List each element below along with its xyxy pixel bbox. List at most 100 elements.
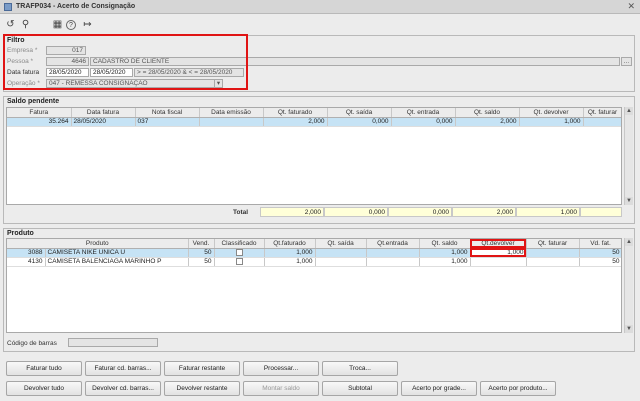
total-qt-saida: 0,000 (324, 207, 388, 217)
col-qt-saida[interactable]: Qt. saída (327, 108, 392, 118)
col-qt-faturar[interactable]: Qt. faturar (583, 108, 621, 118)
cell-name: CAMISETA NIKE UNICA U (45, 248, 189, 258)
montar-saldo-button[interactable]: Montar saldo (243, 381, 319, 396)
table-row[interactable]: 3088 CAMISETA NIKE UNICA U 50 1,000 1,00… (7, 248, 621, 258)
col-produto[interactable]: Produto (7, 239, 189, 249)
col-qt-devolver[interactable]: Qt. devolver (519, 108, 584, 118)
col-qt-faturar[interactable]: Qt. faturar (526, 239, 580, 249)
cell-code: 3088 (7, 248, 46, 258)
classificado-checkbox[interactable] (235, 257, 243, 265)
total-qt-entrada: 0,000 (388, 207, 452, 217)
app-icon (4, 3, 12, 11)
troca-button[interactable]: Troca... (322, 361, 398, 376)
scroll-up-icon[interactable]: ▲ (625, 238, 633, 246)
subtotal-button[interactable]: Subtotal (322, 381, 398, 396)
cell-qt-saida (315, 257, 367, 267)
cell-qt-saldo: 1,000 (419, 248, 471, 258)
faturar-tudo-button[interactable]: Faturar tudo (6, 361, 82, 376)
cell-qt-devolver[interactable] (470, 257, 527, 267)
barcode-input[interactable] (68, 338, 158, 347)
col-qt-saldo[interactable]: Qt. saldo (419, 239, 471, 249)
total-qt-devolver: 1,000 (516, 207, 580, 217)
col-qt-saida[interactable]: Qt. saída (315, 239, 367, 249)
faturar-restante-button[interactable]: Faturar restante (164, 361, 240, 376)
cell-qt-faturado: 1,000 (264, 248, 316, 258)
help-icon[interactable]: ? (66, 20, 76, 30)
cell-qt-entrada (366, 257, 420, 267)
cell-qt-faturar (583, 117, 621, 127)
col-classificado[interactable]: Classificado (214, 239, 265, 249)
table-row[interactable]: 35.264 28/05/2020 037 2,000 0,000 0,000 … (7, 117, 621, 127)
classificado-checkbox[interactable] (235, 248, 243, 256)
calendar-icon[interactable]: ▦ (51, 18, 64, 31)
col-qt-entrada[interactable]: Qt. entrada (391, 108, 456, 118)
cell-data-emissao (199, 117, 264, 127)
table-row[interactable]: 4130 CAMISETA BALENCIAGA MARINHO P 50 1,… (7, 257, 621, 267)
total-qt-saldo: 2,000 (452, 207, 516, 217)
cell-classificado (214, 257, 265, 267)
col-qt-faturado[interactable]: Qt.faturado (264, 239, 316, 249)
close-icon[interactable]: ✕ (627, 1, 635, 12)
cell-qt-saldo: 1,000 (419, 257, 471, 267)
processar-button[interactable]: Processar... (243, 361, 319, 376)
cell-vd-fat: 50 (579, 248, 621, 258)
scroll-down-icon[interactable]: ▼ (625, 325, 633, 333)
scroll-up-icon[interactable]: ▲ (625, 107, 633, 115)
cell-vend: 50 (188, 248, 215, 258)
col-qt-saldo[interactable]: Qt. saldo (455, 108, 520, 118)
produto-table: Produto Vend. Classificado Qt.faturado Q… (7, 239, 621, 267)
cell-qt-devolver-input[interactable]: 1,000 (470, 248, 527, 258)
scroll-down-icon[interactable]: ▼ (625, 197, 633, 205)
col-data-fatura[interactable]: Data fatura (71, 108, 136, 118)
saldo-scrollbar[interactable]: ▲ ▼ (624, 107, 633, 205)
acerto-por-grade-button[interactable]: Acerto por grade... (401, 381, 477, 396)
faturar-cd-barras-button[interactable]: Faturar cd. barras... (85, 361, 161, 376)
exit-icon[interactable]: ↦ (81, 18, 94, 31)
cell-qt-devolver: 1,000 (519, 117, 584, 127)
devolver-cd-barras-button[interactable]: Devolver cd. barras... (85, 381, 161, 396)
cell-data-fatura: 28/05/2020 (71, 117, 136, 127)
undo-icon[interactable]: ↺ (4, 18, 17, 31)
cell-qt-saida: 0,000 (327, 117, 392, 127)
col-data-emissao[interactable]: Data emissão (199, 108, 264, 118)
produto-scrollbar[interactable]: ▲ ▼ (624, 238, 633, 333)
col-qt-entrada[interactable]: Qt.entrada (366, 239, 420, 249)
saldo-legend: Saldo pendente (7, 98, 60, 105)
cell-classificado (214, 248, 265, 258)
barcode-label: Código de barras (7, 340, 57, 347)
cell-qt-faturado: 2,000 (263, 117, 328, 127)
devolver-restante-button[interactable]: Devolver restante (164, 381, 240, 396)
total-qt-faturar (580, 207, 622, 217)
col-nota-fiscal[interactable]: Nota fiscal (135, 108, 200, 118)
window-title: TRAFP034 - Acerto de Consignação (16, 3, 136, 10)
cell-qt-entrada: 0,000 (391, 117, 456, 127)
search-icon[interactable]: ⚲ (19, 18, 32, 31)
acerto-por-produto-button[interactable]: Acerto por produto... (480, 381, 556, 396)
produto-grid: Produto Vend. Classificado Qt.faturado Q… (6, 238, 622, 333)
produto-legend: Produto (7, 230, 34, 237)
cell-vd-fat: 50 (579, 257, 621, 267)
produto-header-row: Produto Vend. Classificado Qt.faturado Q… (7, 239, 621, 249)
devolver-tudo-button[interactable]: Devolver tudo (6, 381, 82, 396)
saldo-table: Fatura Data fatura Nota fiscal Data emis… (7, 108, 621, 127)
filtro-group: Filtro Empresa * 017 Pessoa * 4646 CADAS… (3, 34, 635, 92)
total-label: Total (233, 209, 249, 216)
cell-code: 4130 (7, 257, 46, 267)
cell-fatura: 35.264 (7, 117, 72, 127)
cell-nota-fiscal: 037 (135, 117, 200, 127)
saldo-grid: Fatura Data fatura Nota fiscal Data emis… (6, 107, 622, 205)
col-qt-devolver[interactable]: Qt.devolver (470, 239, 527, 249)
col-qt-faturado[interactable]: Qt. faturado (263, 108, 328, 118)
toolbar: ↺ ⚲ ▦ ? ↦ (0, 15, 640, 35)
saldo-group: Saldo pendente Fatura Data fatura Nota f… (3, 96, 635, 224)
cell-qt-saida (315, 248, 367, 258)
col-vd-fat[interactable]: Vd. fat. (579, 239, 621, 249)
col-fatura[interactable]: Fatura (7, 108, 72, 118)
cell-qt-faturar (526, 257, 580, 267)
pessoa-lookup-button[interactable]: ... (621, 57, 632, 66)
cell-qt-entrada (366, 248, 420, 258)
total-qt-faturado: 2,000 (260, 207, 324, 217)
cell-vend: 50 (188, 257, 215, 267)
highlight-box (3, 34, 248, 90)
col-vend[interactable]: Vend. (188, 239, 215, 249)
